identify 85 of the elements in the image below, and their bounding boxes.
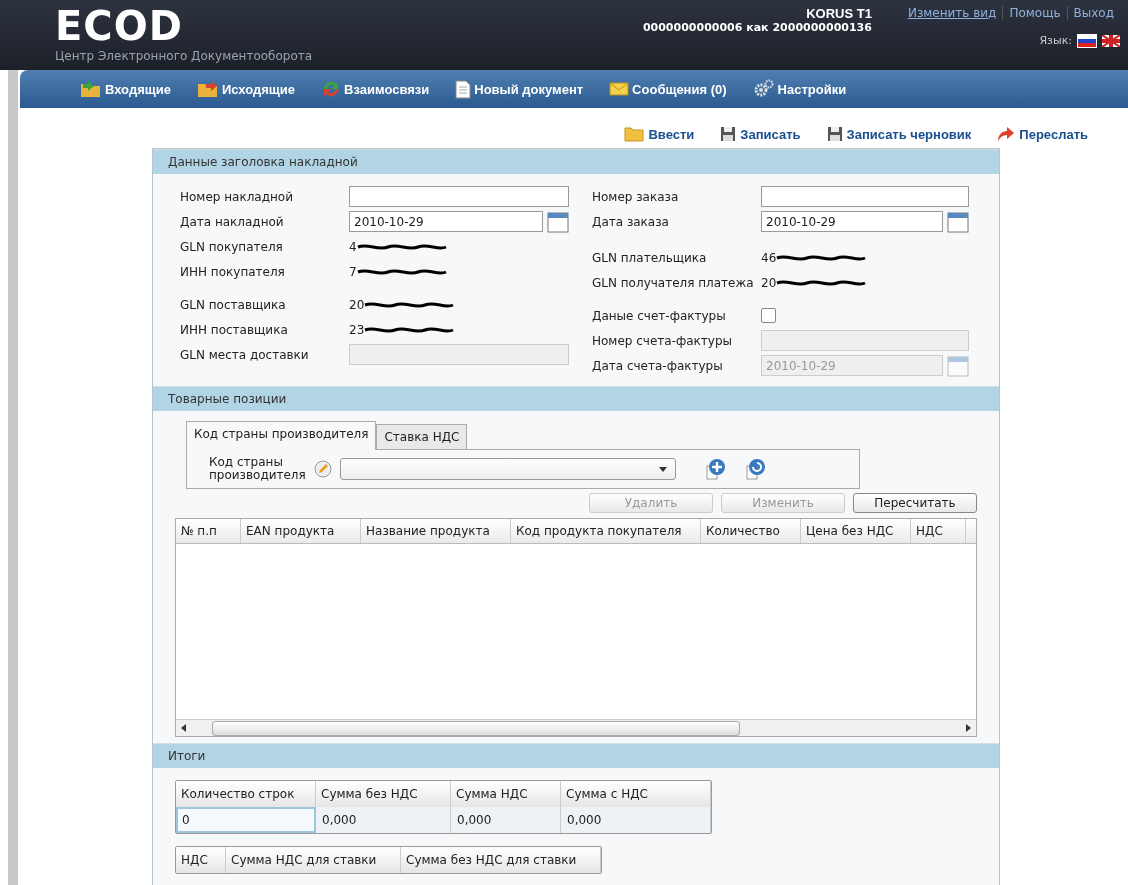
column-header[interactable]: Код продукта покупателя (511, 519, 701, 543)
horizontal-scrollbar[interactable] (176, 719, 976, 736)
user-name: KORUS T1 (805, 6, 872, 21)
text-field[interactable] (761, 186, 969, 207)
language-label: Язык: (1039, 34, 1072, 47)
field-label: GLN места доставки (180, 347, 310, 362)
field-label: GLN плательщика (592, 250, 708, 265)
toolbar-link[interactable]: Записать черновик (826, 126, 972, 142)
nav-item[interactable]: Сообщения (0) (609, 81, 727, 97)
table-cell[interactable]: 0,000 (561, 807, 711, 833)
table-cell[interactable]: 0,000 (451, 807, 561, 833)
field-value: 20 (349, 297, 365, 312)
field-label: GLN покупателя (180, 239, 284, 254)
calendar-icon[interactable] (547, 210, 569, 233)
document-icon (455, 79, 472, 99)
header-link[interactable]: Выход (1066, 6, 1120, 20)
table-cell[interactable]: 0,000 (316, 807, 451, 833)
caret-icon (659, 466, 667, 472)
field-label: Дата счета-фактуры (592, 358, 724, 373)
pencil-icon[interactable] (314, 460, 332, 478)
column-header[interactable]: EAN продукта (241, 519, 361, 543)
column-header[interactable]: НДС (911, 519, 966, 543)
folder-icon (80, 80, 102, 98)
field-label: Номер накладной (180, 189, 294, 204)
arrow-icon (997, 126, 1016, 142)
user-account: 0000000000006 как 2000000000136 (642, 21, 872, 34)
field-value: 4 (349, 239, 357, 254)
section-title: Данные заголовка накладной (153, 149, 999, 174)
date-field[interactable]: 2010-10-29 (349, 211, 543, 232)
gears-icon (752, 79, 775, 99)
action-button[interactable]: Пересчитать (853, 493, 977, 513)
field-value: 7 (349, 264, 357, 279)
nav-item[interactable]: Настройки (752, 79, 847, 99)
nav-item[interactable]: Входящие (80, 80, 171, 98)
field-label: GLN поставщика (180, 297, 287, 312)
table-cell[interactable]: 0 (176, 807, 316, 833)
field-label: Номер счета-фактуры (592, 333, 734, 348)
field-value: 20 (761, 275, 777, 290)
field-label: ИНН покупателя (180, 264, 286, 279)
field-label: Дата заказа (592, 214, 670, 229)
column-header[interactable]: Количество (701, 519, 801, 543)
checkbox[interactable] (761, 308, 776, 323)
nav-item[interactable]: Взаимосвязи (321, 79, 430, 99)
field-label: Код страны производителя (209, 456, 307, 482)
toolbar-link[interactable]: Записать (720, 126, 801, 142)
header-link[interactable]: Помощь (1002, 6, 1067, 20)
text-field[interactable] (349, 186, 569, 207)
envelope-icon (609, 82, 630, 96)
logo: ECOD (55, 6, 184, 46)
header-link[interactable]: Изменить вид (901, 6, 1003, 20)
british-flag-icon[interactable] (1102, 34, 1120, 47)
folder-icon (624, 126, 645, 142)
folder-icon (196, 80, 219, 98)
tab[interactable]: Код страны производителя (186, 421, 377, 450)
field-label: Номер заказа (592, 189, 680, 204)
nav-item[interactable]: Исходящие (196, 80, 296, 98)
column-header: Количество строк (176, 781, 316, 807)
column-header: Сумма НДС (451, 781, 561, 807)
field-value: 23 (349, 322, 365, 337)
field-label: ИНН поставщика (180, 322, 289, 337)
tab[interactable]: Ставка НДС (376, 424, 468, 450)
column-header[interactable]: Название продукта (361, 519, 511, 543)
dropdown[interactable] (340, 458, 676, 480)
add-icon[interactable] (704, 457, 728, 481)
column-header[interactable]: Цена без НДС (801, 519, 911, 543)
column-header[interactable]: № п.п (176, 519, 241, 543)
nav-item[interactable]: Новый документ (455, 79, 584, 99)
column-header: Сумма без НДС (316, 781, 451, 807)
refresh-icon[interactable] (744, 457, 768, 481)
column-header: Сумма НДС для ставки (226, 847, 401, 873)
calendar-icon[interactable] (947, 210, 969, 233)
column-header: НДС (176, 847, 226, 873)
field-value: 46 (761, 250, 777, 265)
field-label: Дата накладной (180, 214, 285, 229)
section-title: Товарные позиции (153, 386, 999, 411)
logo-subtitle: Центр Электронного Документооборота (55, 49, 313, 63)
russian-flag-icon[interactable] (1078, 34, 1096, 47)
column-header: Сумма с НДС (561, 781, 711, 807)
date-field[interactable]: 2010-10-29 (761, 211, 943, 232)
field-label: Даные счет-фактуры (592, 308, 727, 323)
toolbar-link[interactable]: Переслать (997, 126, 1088, 142)
field-label: GLN получателя платежа (592, 275, 755, 290)
toolbar-link[interactable]: Ввести (624, 126, 695, 142)
column-header: Сумма без НДС для ставки (401, 847, 601, 873)
section-title: Итоги (153, 743, 999, 768)
